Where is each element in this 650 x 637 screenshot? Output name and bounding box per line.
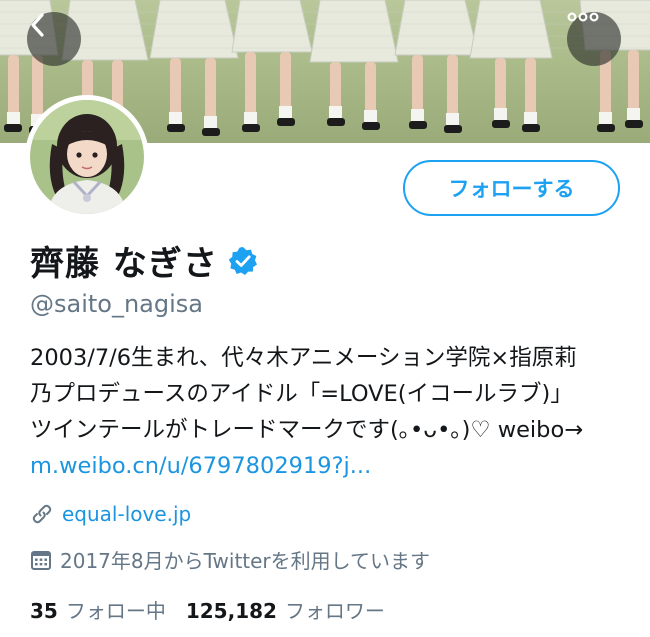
username-handle: @saito_nagisa [30, 290, 204, 318]
more-options-button[interactable] [567, 12, 621, 66]
follow-stats: 35 フォロー中 125,182 フォロワー [30, 595, 385, 624]
website-link[interactable]: equal-love.jp [62, 502, 191, 526]
profile-name-row: 齊藤 なぎさ [30, 236, 258, 285]
followers-count: 125,182 [185, 599, 277, 623]
followers-label: フォロワー [284, 599, 385, 623]
bio-weibo-link[interactable]: m.weibo.cn/u/6797802919?j... [30, 453, 371, 479]
following-stat[interactable]: 35 フォロー中 [30, 595, 166, 624]
avatar[interactable] [25, 95, 149, 219]
profile-bio: 2003/7/6生まれ、代々木アニメーション学院×指原莉 乃プロデュースのアイド… [30, 340, 630, 484]
bio-line: ツインテールがトレードマークです(｡•ᴗ•｡)♡ weibo→ [30, 417, 584, 443]
link-icon [30, 502, 54, 526]
bio-line: 2003/7/6生まれ、代々木アニメーション学院×指原莉 [30, 345, 577, 371]
following-count: 35 [30, 599, 58, 623]
website-row: equal-love.jp [30, 502, 191, 526]
following-label: フォロー中 [65, 599, 166, 623]
back-button[interactable] [27, 12, 81, 66]
calendar-icon [30, 549, 52, 571]
verified-badge-icon [228, 246, 258, 276]
joined-date: 2017年8月からTwitterを利用しています [60, 549, 431, 573]
joined-row: 2017年8月からTwitterを利用しています [30, 545, 430, 574]
bio-line: 乃プロデュースのアイドル「=LOVE(イコールラブ)」 [30, 381, 573, 407]
follow-button[interactable]: フォローする [403, 160, 620, 216]
avatar-image [30, 100, 144, 214]
followers-stat[interactable]: 125,182 フォロワー [186, 595, 385, 624]
display-name: 齊藤 なぎさ [30, 244, 218, 284]
